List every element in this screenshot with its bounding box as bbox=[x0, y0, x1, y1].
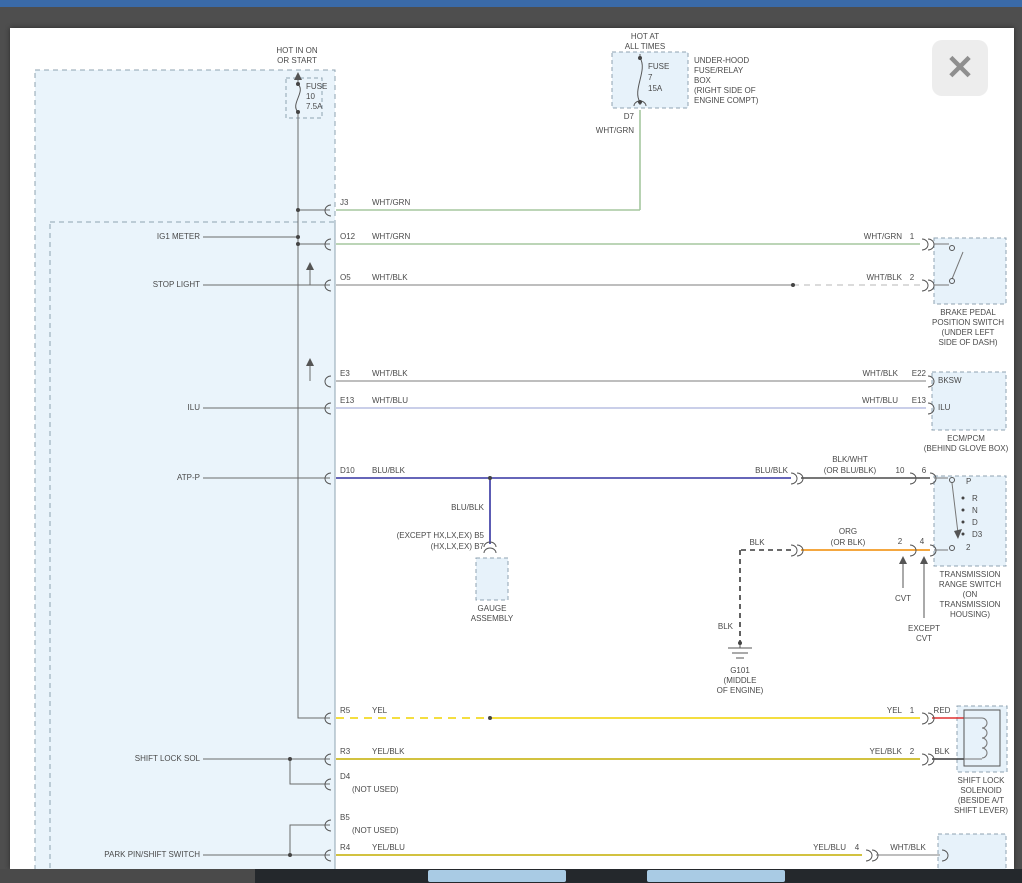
junction-o12 bbox=[296, 242, 300, 246]
transmission-range-switch-box bbox=[934, 476, 1006, 566]
left-outer-component-box bbox=[35, 70, 335, 872]
ground-g101-icon bbox=[728, 643, 752, 658]
except-cvt-arrow bbox=[920, 556, 928, 564]
gauge-assembly-box bbox=[476, 558, 508, 600]
junction-whtblk bbox=[791, 283, 795, 287]
range-dot-d bbox=[962, 521, 965, 524]
junction-blublk bbox=[488, 476, 492, 480]
cvt-arrow bbox=[899, 556, 907, 564]
diagram-viewer: { "ui": { "icons": { "close": "✕" } }, "… bbox=[0, 0, 1022, 883]
brake-pedal-switch-box bbox=[934, 238, 1006, 304]
wire-wht-blk bbox=[336, 285, 940, 855]
fuse10-top-dot bbox=[296, 82, 300, 86]
range-dot-r bbox=[962, 497, 965, 500]
bottom-toolbar bbox=[0, 869, 1022, 883]
junction-yel bbox=[488, 716, 492, 720]
junction-r3-d4 bbox=[288, 757, 292, 761]
variant-arrow-stems bbox=[903, 562, 924, 618]
close-button[interactable]: ✕ bbox=[932, 40, 988, 96]
underhood-fuse-box bbox=[612, 52, 688, 108]
wiring-diagram-svg bbox=[0, 0, 1022, 883]
junction-r4-b5 bbox=[288, 853, 292, 857]
close-icon: ✕ bbox=[946, 48, 975, 88]
fuse10-bottom-dot bbox=[296, 110, 300, 114]
junction-j3 bbox=[296, 208, 300, 212]
ecm-pcm-box bbox=[932, 372, 1006, 430]
vertical-connector-icons bbox=[484, 101, 646, 553]
junction-ig1 bbox=[296, 235, 300, 239]
toolbar-button-2[interactable] bbox=[647, 870, 785, 882]
wire-blk-ground bbox=[740, 550, 791, 643]
junction-ground bbox=[738, 641, 742, 645]
range-dot-n bbox=[962, 509, 965, 512]
toolbar-strip bbox=[255, 869, 1022, 883]
wire-wht-grn bbox=[336, 110, 920, 244]
fuse7-bottom-dot bbox=[638, 100, 642, 104]
toolbar-button-1[interactable] bbox=[428, 870, 566, 882]
inline-connector-icons bbox=[791, 473, 803, 556]
fuse7-top-dot bbox=[638, 56, 642, 60]
wire-blu-blk bbox=[336, 478, 791, 544]
range-dot-d3 bbox=[962, 533, 965, 536]
